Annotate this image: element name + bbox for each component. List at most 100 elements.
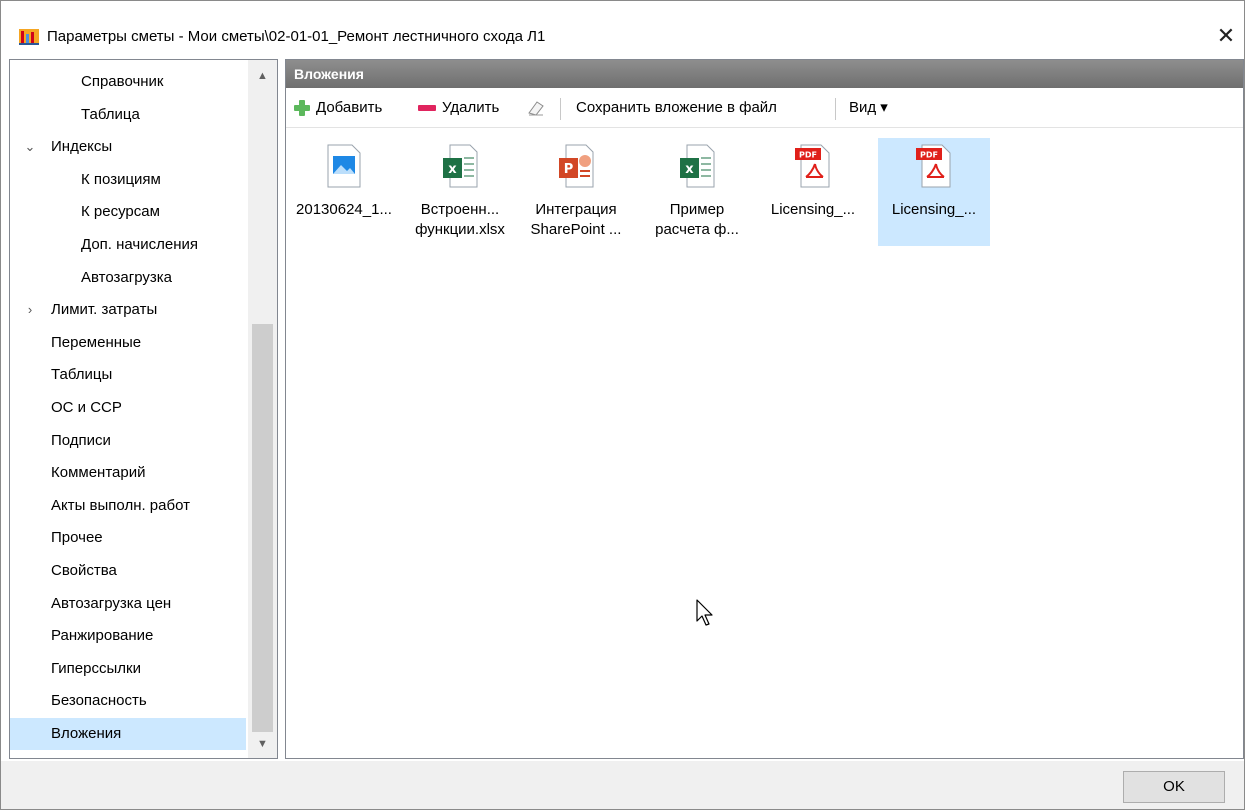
nav-item[interactable]: Акты выполн. работ (10, 490, 246, 522)
nav-item[interactable]: Прочее (10, 522, 246, 554)
title-bar: Параметры сметы - Мои сметы\02-01-01_Рем… (1, 1, 1244, 59)
close-button[interactable]: ✕ (1209, 19, 1243, 53)
attachments-panel: Вложения Добавить Удалить Сохранить влож… (285, 59, 1244, 759)
svg-text:PDF: PDF (920, 151, 938, 160)
chevron-right-icon[interactable]: › (23, 294, 37, 326)
scroll-thumb[interactable] (252, 324, 273, 732)
file-name-line1: Встроенн... (420, 201, 500, 218)
file-name: Интеграция SharePoint ... (520, 200, 632, 240)
chevron-down-icon[interactable]: ⌄ (23, 131, 37, 163)
nav-item-label: Таблицы (51, 366, 113, 384)
nav-item[interactable]: Таблицы (10, 359, 246, 391)
image-file-icon (326, 144, 362, 188)
save-label: Сохранить вложение в файл (576, 99, 777, 116)
file-name-line2: расчета ф... (655, 221, 739, 238)
nav-item-label: Доп. начисления (81, 236, 198, 253)
file-name: Встроенн... функции.xlsx (404, 200, 516, 240)
nav-item[interactable]: Вложения (10, 718, 246, 750)
file-name: Пример расчета ф... (641, 200, 753, 240)
nav-scrollbar[interactable]: ▲ ▼ (248, 60, 277, 758)
file-name-line1: Licensing_... (891, 201, 977, 218)
pdf-file-icon: PDF (916, 144, 952, 188)
file-tile[interactable]: x Пример расчета ф... (641, 138, 753, 246)
file-name-line2: функции.xlsx (415, 221, 505, 238)
nav-item[interactable]: Автозагрузка (10, 262, 246, 294)
minus-icon (418, 105, 436, 111)
file-name-line1: Licensing_... (770, 201, 856, 218)
file-name-line2: SharePoint ... (530, 221, 622, 238)
settings-nav-tree: Справочник Таблица ⌄ Индексы К позициям К рес… (9, 59, 278, 759)
file-name: Licensing_... (878, 200, 990, 220)
view-dropdown[interactable]: Вид ▾ (849, 96, 888, 120)
nav-item[interactable]: Свойства (10, 555, 246, 587)
nav-item[interactable]: ⌄ Индексы (10, 131, 246, 163)
pdf-file-icon: PDF (795, 144, 831, 188)
svg-text:P: P (564, 162, 574, 177)
svg-text:PDF: PDF (799, 151, 817, 160)
nav-item[interactable]: Автозагрузка цен (10, 588, 246, 620)
nav-item[interactable]: Безопасность (10, 685, 246, 717)
nav-item[interactable]: Переменные (10, 327, 246, 359)
nav-item-label: Свойства (51, 562, 117, 579)
attachments-toolbar: Добавить Удалить Сохранить вложение в фа… (286, 88, 1243, 128)
dialog-window: Параметры сметы - Мои сметы\02-01-01_Рем… (0, 0, 1245, 810)
nav-item-label: Лимит. затраты (51, 301, 158, 319)
plus-icon (294, 100, 310, 116)
nav-item-label: Ранжирование (51, 627, 154, 645)
nav-item-label: Автозагрузка (81, 268, 172, 286)
toolbar-separator (560, 98, 561, 120)
file-tile[interactable]: x Встроенн... функции.xlsx (404, 138, 516, 246)
view-label: Вид ▾ (849, 99, 888, 116)
nav-item[interactable]: Комментарий (10, 457, 246, 489)
ok-button[interactable]: OK (1123, 771, 1225, 803)
eraser-icon (528, 101, 544, 116)
file-name-line1: Интеграция (535, 201, 617, 218)
nav-item-label: Справочник (81, 73, 164, 90)
scroll-up-icon[interactable]: ▲ (248, 64, 277, 88)
excel-file-icon: x (442, 144, 478, 188)
nav-item[interactable]: Таблица (10, 99, 246, 131)
file-name: Licensing_... (757, 200, 869, 220)
powerpoint-file-icon: P (558, 144, 594, 188)
mouse-cursor-icon (696, 599, 713, 626)
nav-item[interactable]: К ресурсам (10, 196, 246, 228)
nav-item[interactable]: Справочник (10, 66, 246, 98)
file-tile[interactable]: PDF Licensing_... (757, 138, 869, 246)
nav-item-label: Комментарий (51, 464, 146, 482)
nav-item-label: К ресурсам (81, 203, 160, 221)
nav-item-label: Вложения (51, 725, 122, 742)
nav-item-label: Акты выполн. работ (51, 496, 190, 514)
nav-item-label: Переменные (51, 333, 142, 351)
nav-item-label: Гиперссылки (51, 659, 141, 677)
nav-item[interactable]: › Лимит. затраты (10, 294, 246, 326)
file-tile[interactable]: 20130624_1... (288, 138, 400, 246)
toolbar-separator (835, 98, 836, 120)
scroll-down-icon[interactable]: ▼ (248, 732, 277, 756)
nav-item[interactable]: Доп. начисления (10, 229, 246, 261)
file-tile[interactable]: PDF Licensing_... (878, 138, 990, 246)
add-button[interactable]: Добавить (294, 96, 382, 120)
nav-item-label: К позициям (81, 170, 161, 188)
svg-text:x: x (685, 162, 694, 177)
close-icon: ✕ (1216, 23, 1236, 48)
nav-item-label: Безопасность (51, 692, 147, 710)
delete-label: Удалить (442, 99, 500, 116)
file-name: 20130624_1... (288, 200, 400, 220)
nav-item[interactable]: К позициям (10, 164, 246, 196)
nav-item-label: Подписи (51, 431, 111, 449)
nav-item[interactable]: Гиперссылки (10, 653, 246, 685)
file-tile[interactable]: P Интеграция SharePoint ... (520, 138, 632, 246)
nav-item[interactable]: ОС и ССР (10, 392, 246, 424)
add-label: Добавить (316, 99, 383, 116)
clear-button[interactable] (526, 96, 546, 120)
nav-item[interactable]: Ранжирование (10, 620, 246, 652)
save-attachment-button[interactable]: Сохранить вложение в файл (576, 96, 777, 120)
file-name-line1: Пример (669, 201, 725, 218)
nav-item-label: ОС и ССР (51, 399, 122, 416)
section-header: Вложения (286, 60, 1243, 88)
nav-item[interactable]: Подписи (10, 425, 246, 457)
file-name-line1: 20130624_1... (296, 201, 392, 218)
delete-button[interactable]: Удалить (418, 96, 499, 120)
excel-file-icon: x (679, 144, 715, 188)
dialog-footer: OK (1, 761, 1244, 809)
